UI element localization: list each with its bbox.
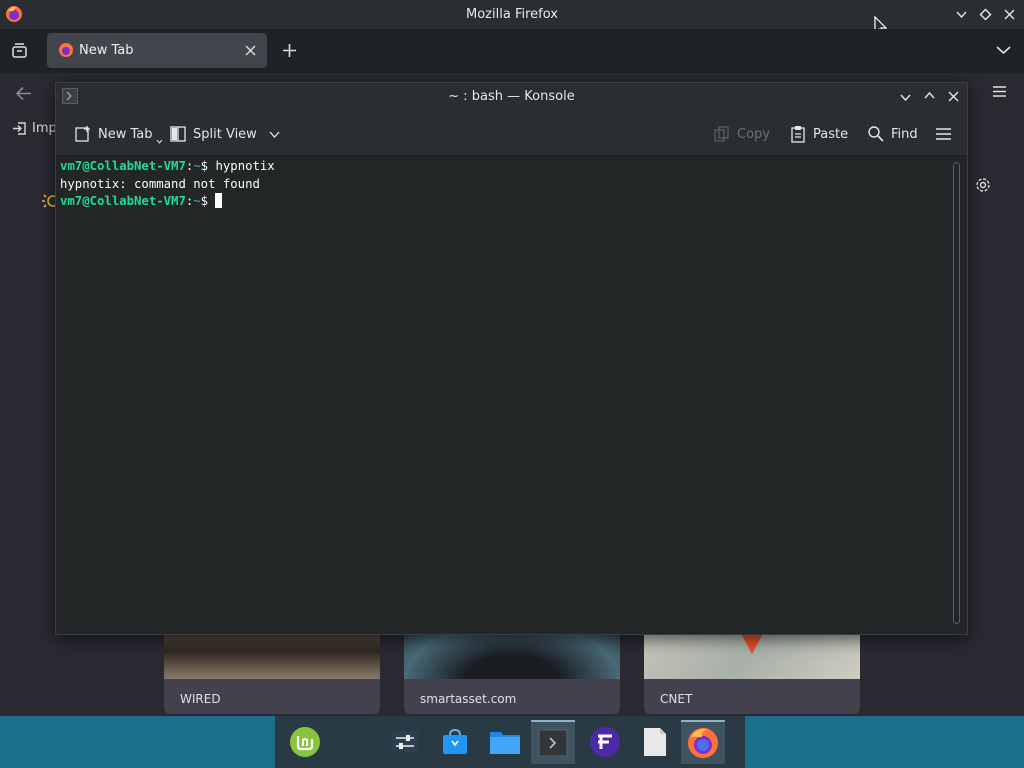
text-editor-icon[interactable]: [633, 720, 677, 764]
split-view-label: Split View: [193, 126, 257, 142]
hamburger-menu-button[interactable]: [935, 121, 952, 147]
prompt-path: ~: [193, 159, 201, 173]
terminal-line-output: hypnotix: command not found: [60, 176, 260, 191]
top-site-tile-wired[interactable]: WIRED: [164, 624, 380, 714]
software-store-icon[interactable]: [433, 720, 477, 764]
firefox-tab-strip: New Tab: [0, 29, 1024, 78]
maximize-icon[interactable]: [979, 8, 992, 21]
linux-mint-menu-icon[interactable]: [283, 720, 327, 764]
hamburger-menu-icon: [936, 128, 951, 140]
tab-label: New Tab: [79, 43, 134, 58]
terminal-line-command: vm7@CollabNet-VM7:~$ hypnotix: [60, 158, 942, 176]
terminal-scrollbar[interactable]: [946, 156, 967, 634]
konsole-close-icon[interactable]: [947, 90, 960, 103]
personalize-gear-icon[interactable]: [975, 177, 991, 193]
firefox-window-title: Mozilla Firefox: [466, 7, 558, 22]
split-view-button[interactable]: Split View: [169, 121, 280, 147]
scrollbar-track[interactable]: [953, 162, 960, 624]
close-tab-icon[interactable]: [245, 45, 256, 56]
tile-label: WIRED: [180, 692, 221, 706]
new-tab-icon: [75, 126, 90, 142]
tile-label: CNET: [660, 692, 693, 706]
file-manager-icon[interactable]: [483, 720, 527, 764]
terminal-line-prompt: vm7@CollabNet-VM7:~$: [60, 193, 942, 211]
tile-label: smartasset.com: [420, 692, 517, 706]
import-bookmarks-label[interactable]: Imp: [32, 121, 57, 136]
konsole-titlebar: ~ : bash — Konsole: [56, 83, 967, 111]
prompt-user: vm7@CollabNet-VM7: [60, 194, 186, 208]
konsole-maximize-icon[interactable]: [923, 89, 936, 102]
konsole-window-title: ~ : bash — Konsole: [448, 89, 575, 104]
prompt-symbol: $: [200, 194, 209, 208]
list-all-tabs-icon[interactable]: [996, 44, 1011, 56]
hamburger-menu-icon[interactable]: [992, 85, 1007, 98]
system-settings-icon[interactable]: [383, 720, 427, 764]
firefox-icon[interactable]: [681, 720, 725, 764]
app-launcher-icon[interactable]: [583, 720, 627, 764]
copy-icon: [714, 126, 729, 142]
prompt-user: vm7@CollabNet-VM7: [60, 159, 186, 173]
new-tab-plus-icon[interactable]: [282, 43, 297, 58]
terminal-output[interactable]: vm7@CollabNet-VM7:~$ hypnotix hypnotix: c…: [56, 156, 946, 634]
find-label: Find: [891, 126, 918, 142]
paste-button[interactable]: Paste: [789, 121, 848, 147]
copy-label: Copy: [737, 126, 770, 142]
back-arrow-icon[interactable]: [15, 86, 32, 101]
konsole-minimize-icon[interactable]: [899, 91, 912, 104]
firefox-titlebar: Mozilla Firefox: [0, 0, 1024, 37]
minimize-icon[interactable]: [955, 8, 968, 21]
close-icon[interactable]: [1003, 8, 1016, 21]
search-icon: [868, 126, 884, 142]
paste-icon: [791, 126, 805, 143]
split-view-icon: [170, 126, 186, 142]
firefox-tab-icon: [58, 42, 74, 58]
konsole-terminal-icon[interactable]: [531, 720, 575, 764]
taskbar: [0, 716, 1024, 768]
import-icon: [12, 121, 27, 136]
find-button[interactable]: Find: [867, 121, 918, 147]
paste-label: Paste: [813, 126, 849, 142]
copy-button[interactable]: Copy: [713, 121, 770, 147]
new-tab-button[interactable]: New Tab: [74, 121, 163, 147]
konsole-window: ~ : bash — Konsole New Tab Split View Co…: [55, 82, 968, 635]
konsole-toolbar: New Tab Split View Copy Paste Find: [56, 111, 967, 156]
top-site-tile-smartasset[interactable]: smartasset.com: [404, 624, 620, 714]
chevron-down-icon: [156, 139, 162, 144]
taskbar-panel: [275, 716, 745, 768]
top-site-tile-cnet[interactable]: CNET: [644, 624, 860, 714]
prompt-symbol: $: [200, 159, 209, 173]
terminal-cursor: [215, 193, 223, 208]
tab-list-icon[interactable]: [11, 42, 28, 59]
prompt-path: ~: [193, 194, 201, 208]
new-tab-label: New Tab: [98, 126, 153, 142]
terminal-command: hypnotix: [215, 159, 275, 173]
tab-new-tab[interactable]: New Tab: [47, 33, 267, 68]
chevron-down-icon[interactable]: [269, 131, 280, 138]
